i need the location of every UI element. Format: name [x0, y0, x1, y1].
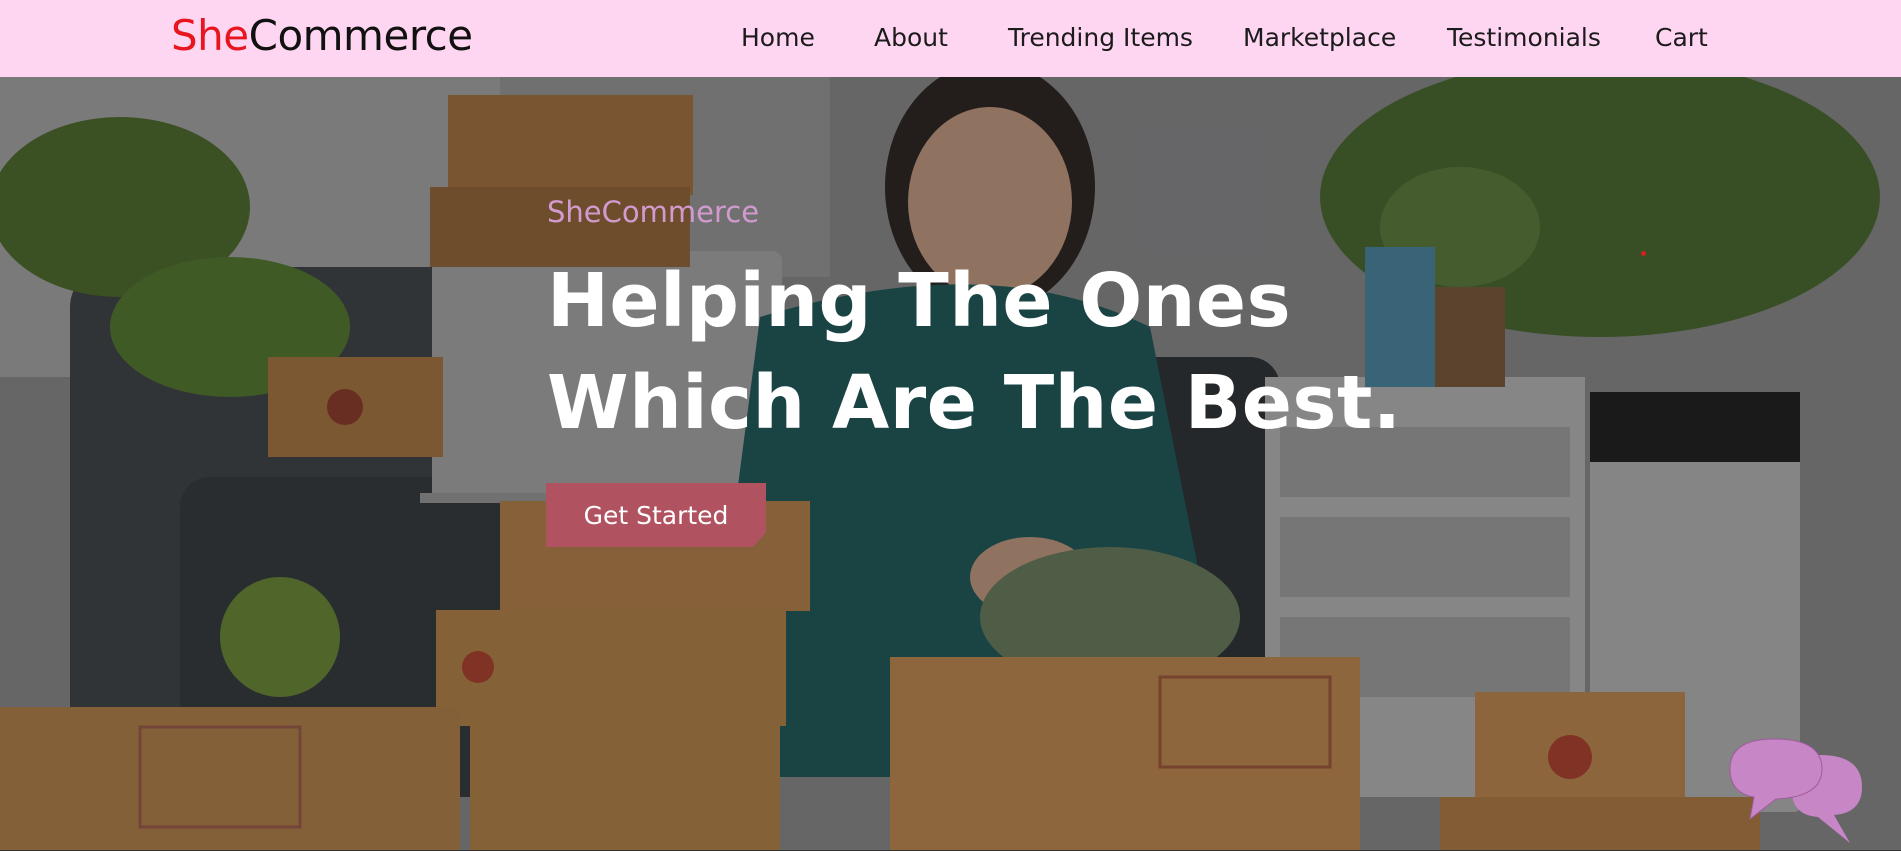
- decorative-dot: [1641, 251, 1646, 256]
- hero-dark-overlay: [0, 77, 1901, 850]
- hero-section: SheCommerce Helping The Ones Which Are T…: [0, 77, 1901, 850]
- nav-link-trending-items[interactable]: Trending Items: [1008, 22, 1193, 54]
- nav-link-home[interactable]: Home: [741, 22, 815, 54]
- nav-link-cart[interactable]: Cart: [1655, 22, 1708, 54]
- get-started-button[interactable]: Get Started: [546, 483, 766, 547]
- nav-link-testimonials[interactable]: Testimonials: [1447, 22, 1601, 54]
- nav-link-marketplace[interactable]: Marketplace: [1243, 22, 1396, 54]
- hero-kicker: SheCommerce: [547, 195, 760, 229]
- nav-link-about[interactable]: About: [874, 22, 948, 54]
- chat-bubbles-icon[interactable]: [1722, 735, 1867, 847]
- nav-menu: Home About Trending Items Marketplace Te…: [0, 0, 1901, 77]
- hero-title: Helping The Ones Which Are The Best.: [547, 258, 1402, 446]
- top-navbar: SheCommerce Home About Trending Items Ma…: [0, 0, 1901, 77]
